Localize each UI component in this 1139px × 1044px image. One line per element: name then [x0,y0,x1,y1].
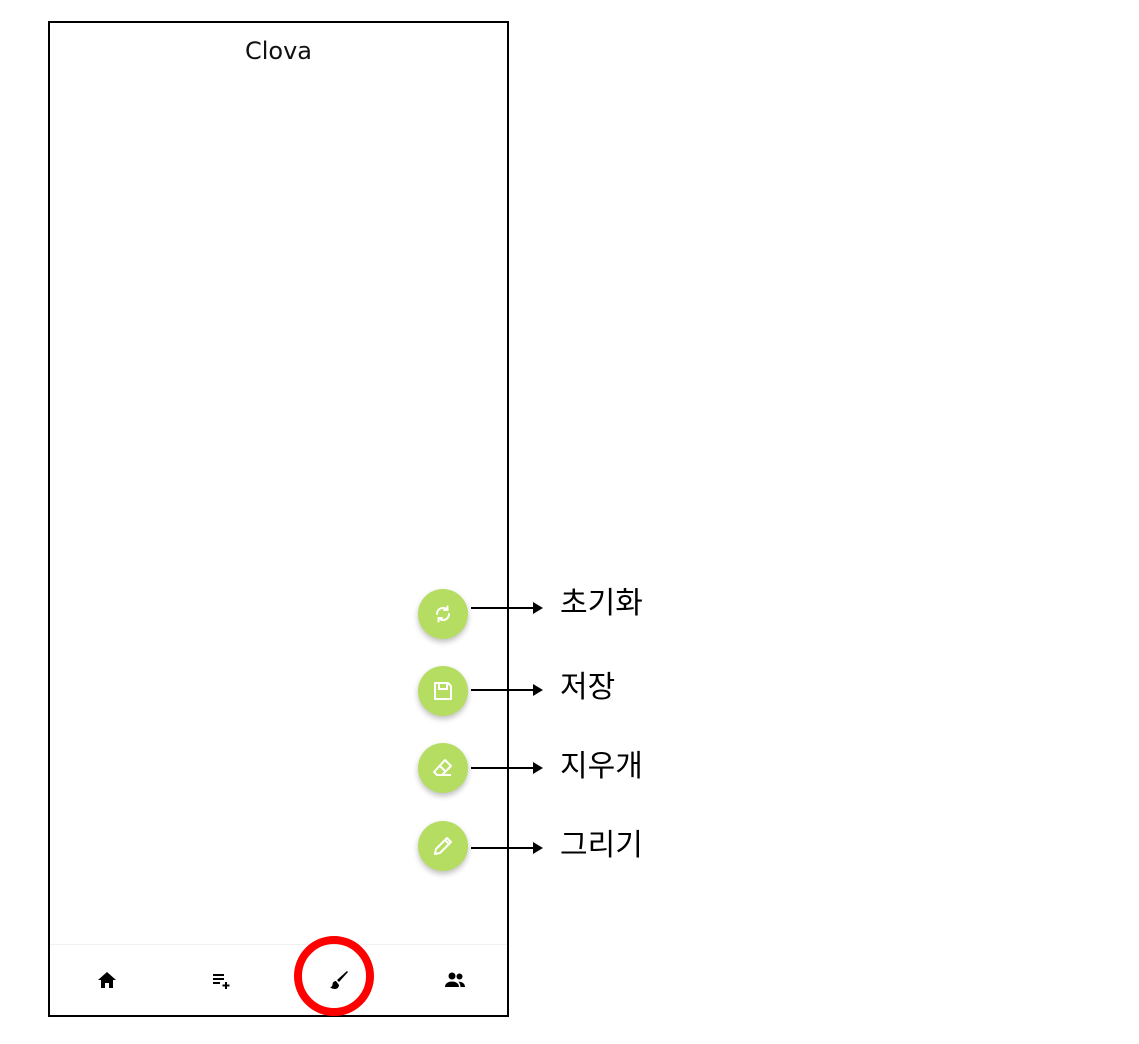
annotation-label-reset: 초기화 [560,586,643,621]
home-icon [98,972,116,988]
nav-playlist-add[interactable] [192,945,252,1015]
annotation-label-save: 저장 [560,670,616,705]
annotation-label-draw: 그리기 [560,828,643,863]
annotation-label-eraser: 지우개 [560,749,643,784]
nav-people[interactable] [425,945,485,1015]
refresh-icon [435,605,451,623]
pencil-icon [434,837,452,855]
reset-fab[interactable] [418,589,468,639]
annotation-arrow [471,762,543,774]
brush-icon [330,971,348,989]
annotation-arrow [471,684,543,696]
save-fab[interactable] [418,666,468,716]
annotation-arrow [471,842,543,854]
eraser-fab[interactable] [418,743,468,793]
nav-home[interactable] [77,945,137,1015]
phone-screen: Clova [48,21,509,1017]
app-title: Clova [244,37,313,65]
nav-brush[interactable] [309,945,369,1015]
save-icon [434,682,452,700]
bottom-navigation [50,944,507,1015]
eraser-icon [433,759,452,776]
playlist-add-icon [213,974,230,989]
people-icon [445,972,465,987]
draw-fab[interactable] [418,821,468,871]
annotation-arrow [471,602,543,614]
